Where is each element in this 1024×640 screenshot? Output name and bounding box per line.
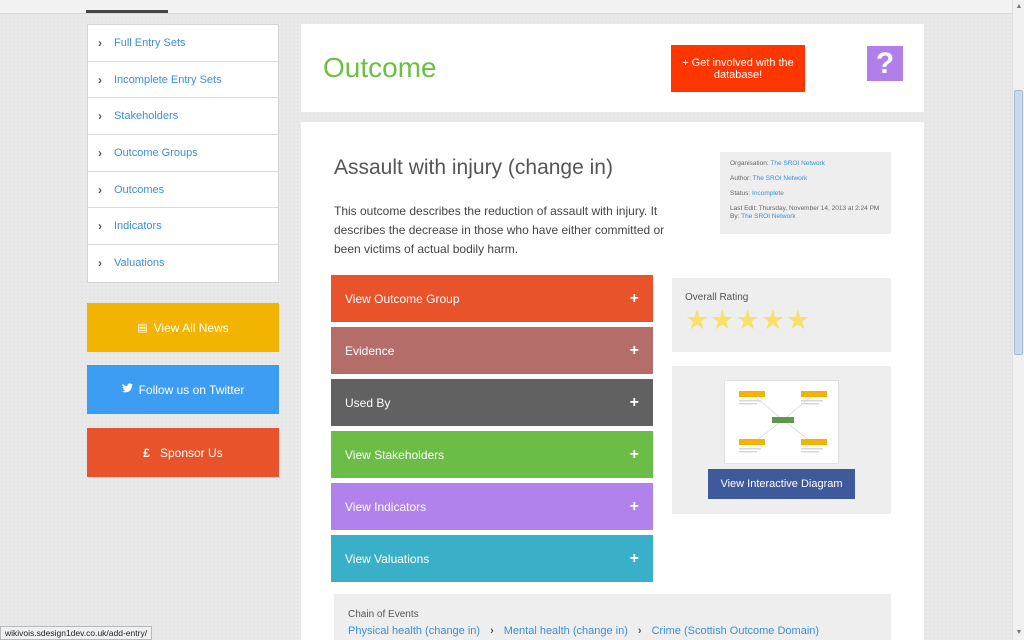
plus-icon: +	[629, 549, 639, 567]
get-involved-button[interactable]: + Get involved with the database!	[671, 45, 805, 92]
meta-author: Author: The SROI Network	[730, 175, 808, 182]
sidebar-item-indicators[interactable]: › Indicators	[88, 208, 278, 246]
sidebar-item-outcomes[interactable]: › Outcomes	[88, 172, 278, 209]
sidebar-item-incomplete-entry-sets[interactable]: › Incomplete Entry Sets	[88, 62, 278, 99]
sidebar-item-label: Outcomes	[114, 183, 165, 196]
outcome-title: Assault with injury (change in)	[334, 156, 613, 179]
chain-of-events: Chain of Events Physical health (change …	[334, 594, 891, 640]
outcome-panel: Assault with injury (change in) This out…	[301, 122, 924, 640]
accordion-used-by[interactable]: Used By +	[331, 379, 653, 426]
sidebar-item-label: Incomplete Entry Sets	[114, 73, 222, 86]
accordion-label: Used By	[345, 395, 391, 410]
meta-organisation: Organisation: The SROI Network	[730, 160, 825, 167]
accordion-label: View Indicators	[345, 499, 427, 514]
chevron-right-icon: ›	[637, 625, 642, 637]
chain-link-physical-health[interactable]: Physical health (change in)	[348, 625, 480, 637]
view-interactive-diagram-button[interactable]: View Interactive Diagram	[708, 469, 855, 499]
sidebar-item-label: Outcome Groups	[114, 146, 198, 159]
follow-twitter-button[interactable]: Follow us on Twitter	[87, 365, 279, 414]
chain-links: Physical health (change in) › Mental hea…	[348, 625, 877, 637]
chevron-right-icon: ›	[98, 182, 102, 197]
accordion-view-indicators[interactable]: View Indicators +	[331, 483, 653, 530]
sidebar-item-label: Stakeholders	[114, 110, 179, 123]
outcome-description: This outcome describes the reduction of …	[334, 204, 665, 256]
sidebar-item-label: Indicators	[114, 220, 162, 233]
top-strip	[0, 0, 1012, 14]
overall-rating-label: Overall Rating	[685, 292, 749, 303]
star-icon: ★	[735, 305, 760, 335]
accordion-label: View Stakeholders	[345, 447, 445, 462]
view-all-news-button[interactable]: ▤ View All News	[87, 303, 279, 352]
sidebar-item-label: Valuations	[114, 257, 165, 270]
follow-twitter-label: Follow us on Twitter	[138, 382, 245, 397]
accordion-view-stakeholders[interactable]: View Stakeholders +	[331, 431, 653, 478]
sponsor-us-button[interactable]: £ Sponsor Us	[87, 428, 279, 477]
view-all-news-label: View All News	[153, 320, 229, 335]
help-icon[interactable]: ?	[867, 46, 903, 81]
accordion-label: View Outcome Group	[345, 291, 460, 306]
chain-link-mental-health[interactable]: Mental health (change in)	[504, 625, 628, 637]
chevron-right-icon: ›	[98, 109, 102, 124]
sidebar-nav: › Full Entry Sets › Incomplete Entry Sets …	[87, 24, 279, 283]
scrollbar-thumb[interactable]	[1014, 90, 1023, 355]
sponsor-us-label: Sponsor Us	[159, 445, 223, 460]
star-icon: ★	[785, 305, 811, 335]
plus-icon: +	[629, 289, 639, 307]
author-link[interactable]: The SROI Network	[753, 175, 808, 182]
scroll-up-arrow-icon[interactable]: ▲	[1013, 0, 1024, 14]
accordion-label: Evidence	[345, 343, 395, 358]
chevron-right-icon: ›	[490, 625, 494, 637]
vertical-scrollbar[interactable]: ▲ ▼	[1012, 0, 1024, 640]
newspaper-icon: ▤	[137, 322, 148, 334]
sidebar-item-outcome-groups[interactable]: › Outcome Groups	[88, 135, 278, 172]
chevron-right-icon: ›	[98, 256, 102, 271]
accordion-view-valuations[interactable]: View Valuations +	[331, 535, 653, 582]
chevron-right-icon: ›	[98, 72, 102, 87]
chain-of-events-label: Chain of Events	[348, 609, 419, 620]
diagram-thumbnail[interactable]	[724, 380, 839, 464]
chevron-right-icon: ›	[98, 145, 102, 160]
twitter-bird-icon	[121, 383, 133, 396]
accordion-label: View Valuations	[345, 551, 430, 566]
meta-info-box: Organisation: The SROI Network Author: T…	[720, 152, 891, 234]
chevron-right-icon: ›	[98, 219, 102, 234]
status-link[interactable]: Incomplete	[752, 190, 784, 197]
sidebar-item-label: Full Entry Sets	[114, 36, 186, 49]
sidebar-item-stakeholders[interactable]: › Stakeholders	[88, 98, 278, 136]
chain-link-crime[interactable]: Crime (Scottish Outcome Domain)	[652, 625, 820, 637]
pound-icon: £	[143, 445, 150, 460]
star-rating: ★ ★ ★ ★ ★	[685, 307, 878, 334]
page-title: Outcome	[323, 52, 437, 83]
active-tab-indicator	[86, 10, 168, 13]
star-icon: ★	[710, 305, 735, 335]
overall-rating-box: Overall Rating ★ ★ ★ ★ ★	[672, 278, 891, 352]
star-icon: ★	[685, 305, 710, 335]
star-icon: ★	[760, 305, 785, 335]
meta-last-edit: Last Edit: Thursday, November 14, 2013 a…	[730, 205, 880, 220]
sidebar-item-full-entry-sets[interactable]: › Full Entry Sets	[88, 25, 278, 62]
page-header: Outcome + Get involved with the database…	[301, 24, 924, 112]
accordion-evidence[interactable]: Evidence +	[331, 327, 653, 374]
diagram-box: View Interactive Diagram	[672, 366, 891, 514]
plus-icon: +	[629, 497, 639, 515]
last-edit-by-link[interactable]: The SROI Network	[741, 213, 796, 220]
accordion-view-outcome-group[interactable]: View Outcome Group +	[331, 275, 653, 322]
plus-icon: +	[629, 445, 639, 463]
sidebar-item-valuations[interactable]: › Valuations	[88, 245, 278, 282]
chevron-right-icon: ›	[98, 35, 102, 50]
scroll-down-arrow-icon[interactable]: ▼	[1013, 626, 1024, 640]
organisation-link[interactable]: The SROI Network	[770, 160, 825, 167]
plus-icon: +	[629, 393, 639, 411]
meta-status: Status: Incomplete	[730, 190, 784, 197]
plus-icon: +	[629, 341, 639, 359]
browser-status-bar: wikivois.sdesign1dev.co.uk/add-entry/	[0, 626, 153, 640]
